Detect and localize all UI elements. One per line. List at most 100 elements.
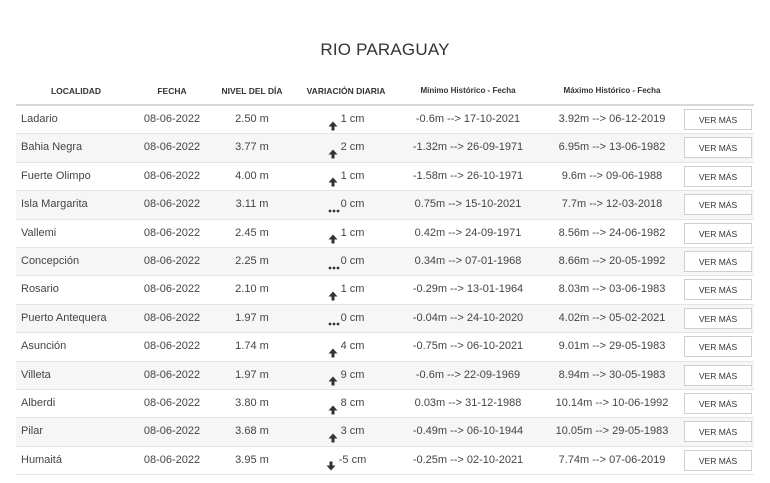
cell-fecha: 08-06-2022 xyxy=(143,198,201,211)
cell-fecha: 08-06-2022 xyxy=(143,425,201,438)
cell-action: VER MÁS xyxy=(684,333,754,360)
cell-nivel: 2.50 m xyxy=(235,113,269,125)
ellipsis-icon xyxy=(328,313,339,326)
variacion-value: 4 cm xyxy=(340,340,365,353)
variacion-value: 8 cm xyxy=(340,396,365,409)
arrow-up-icon xyxy=(328,399,338,415)
ver-mas-button[interactable]: VER MÁS xyxy=(684,364,752,386)
ver-mas-button[interactable]: VER MÁS xyxy=(684,165,752,187)
cell-maximo: 9.01m --> 29-05-1983 xyxy=(558,340,666,353)
cell-action: VER MÁS xyxy=(684,418,754,445)
variacion-value: 0 cm xyxy=(340,311,365,324)
cell-action: VER MÁS xyxy=(684,305,754,332)
cell-localidad: Asunción xyxy=(21,340,67,353)
cell-nivel: 1.74 m xyxy=(235,340,269,353)
cell-localidad: Bahia Negra xyxy=(21,141,83,154)
cell-minimo: -0.6m --> 22-09-1969 xyxy=(415,368,521,381)
arrow-up-icon xyxy=(328,342,338,358)
cell-nivel: 3.80 m xyxy=(235,396,269,409)
cell-minimo: 0.34m --> 07-01-1968 xyxy=(414,254,522,267)
variacion-value: 1 cm xyxy=(340,113,365,125)
cell-fecha: 08-06-2022 xyxy=(143,453,201,466)
table-row: Bahia Negra 08-06-2022 3.77 m 2 cm -1.32m --… xyxy=(16,134,754,163)
cell-action: VER MÁS xyxy=(684,220,754,247)
cell-fecha: 08-06-2022 xyxy=(143,396,201,409)
ellipsis-icon xyxy=(328,257,339,270)
cell-variacion: 2 cm xyxy=(296,134,396,161)
cell-nivel: 2.45 m xyxy=(235,226,269,239)
cell-nivel: 2.10 m xyxy=(235,283,269,296)
ver-mas-button[interactable]: VER MÁS xyxy=(684,421,752,443)
cell-localidad: Isla Margarita xyxy=(21,198,88,211)
ver-mas-button[interactable]: VER MÁS xyxy=(684,449,752,471)
page-title: RIO PARAGUAY xyxy=(320,40,450,59)
arrow-up-icon xyxy=(328,115,338,131)
table-row: Rosario 08-06-2022 2.10 m 1 cm -0.29m --> 13… xyxy=(16,276,754,305)
ver-mas-button[interactable]: VER MÁS xyxy=(684,279,752,301)
ver-mas-button[interactable]: VER MÁS xyxy=(684,109,752,130)
table-row: Pilar 08-06-2022 3.68 m 3 cm -0.49m --> 06-1… xyxy=(16,418,754,447)
cell-variacion: -5 cm xyxy=(296,447,396,474)
cell-action: VER MÁS xyxy=(684,276,754,303)
cell-fecha: 08-06-2022 xyxy=(143,254,201,267)
ver-mas-button[interactable]: VER MÁS xyxy=(684,194,752,216)
cell-localidad: Alberdi xyxy=(21,396,56,409)
cell-maximo: 8.94m --> 30-05-1983 xyxy=(558,368,666,381)
cell-variacion: 0 cm xyxy=(296,305,396,332)
cell-action: VER MÁS xyxy=(684,106,754,133)
cell-nivel: 3.11 m xyxy=(235,198,269,211)
variacion-value: -5 cm xyxy=(338,453,367,466)
cell-nivel: 1.97 m xyxy=(235,311,269,324)
arrow-up-icon xyxy=(328,427,338,443)
cell-action: VER MÁS xyxy=(684,163,754,190)
cell-fecha: 08-06-2022 xyxy=(143,113,201,125)
table-row: Asunción 08-06-2022 1.74 m 4 cm -0.75m --> 0… xyxy=(16,333,754,362)
cell-variacion: 1 cm xyxy=(296,276,396,303)
data-table: Ladario 08-06-2022 2.50 m 1 cm -0.6m --> 17-… xyxy=(16,104,754,476)
table-row: Humaitá 08-06-2022 3.95 m -5 cm -0.25m --> 0… xyxy=(16,447,754,476)
arrow-up-icon xyxy=(328,285,338,301)
cell-maximo: 3.92m --> 06-12-2019 xyxy=(558,113,666,125)
table-row: Isla Margarita 08-06-2022 3.11 m 0 cm 0.75m … xyxy=(16,191,754,220)
variacion-value: 0 cm xyxy=(340,198,365,211)
cell-variacion: 1 cm xyxy=(296,220,396,247)
cell-minimo: -0.29m --> 13-01-1964 xyxy=(412,283,524,296)
header-fecha: FECHA xyxy=(157,86,187,96)
header-minimo: Mínimo Histórico - Fecha xyxy=(420,86,516,95)
cell-maximo: 9.6m --> 09-06-1988 xyxy=(561,169,663,182)
cell-action: VER MÁS xyxy=(684,362,754,389)
cell-maximo: 8.66m --> 20-05-1992 xyxy=(558,254,666,267)
cell-localidad: Villeta xyxy=(21,368,51,381)
cell-fecha: 08-06-2022 xyxy=(143,368,201,381)
cell-minimo: -0.04m --> 24-10-2020 xyxy=(412,311,524,324)
cell-localidad: Puerto Antequera xyxy=(21,311,107,324)
cell-nivel: 1.97 m xyxy=(235,368,269,381)
variacion-value: 0 cm xyxy=(340,254,365,267)
ver-mas-button[interactable]: VER MÁS xyxy=(684,392,752,414)
cell-variacion: 3 cm xyxy=(296,418,396,445)
cell-localidad: Rosario xyxy=(21,283,59,296)
ver-mas-button[interactable]: VER MÁS xyxy=(684,250,752,272)
ver-mas-button[interactable]: VER MÁS xyxy=(684,307,752,329)
cell-action: VER MÁS xyxy=(684,134,754,161)
cell-maximo: 10.05m --> 29-05-1983 xyxy=(555,425,669,438)
header-localidad: LOCALIDAD xyxy=(50,86,102,96)
ver-mas-button[interactable]: VER MÁS xyxy=(684,222,752,244)
cell-maximo: 7.7m --> 12-03-2018 xyxy=(561,198,663,211)
cell-localidad: Concepción xyxy=(21,254,80,267)
table-row: Vallemi 08-06-2022 2.45 m 1 cm 0.42m --> 24-… xyxy=(16,220,754,248)
arrow-up-icon xyxy=(328,143,338,159)
cell-variacion: 9 cm xyxy=(296,362,396,389)
ver-mas-button[interactable]: VER MÁS xyxy=(684,137,752,159)
cell-fecha: 08-06-2022 xyxy=(143,283,201,296)
cell-variacion: 8 cm xyxy=(296,390,396,417)
cell-fecha: 08-06-2022 xyxy=(143,311,201,324)
variacion-value: 9 cm xyxy=(340,368,365,381)
cell-maximo: 6.95m --> 13-06-1982 xyxy=(558,141,666,154)
cell-localidad: Fuerte Olimpo xyxy=(21,169,91,182)
cell-maximo: 4.02m --> 05-02-2021 xyxy=(558,311,666,324)
cell-maximo: 7.74m --> 07-06-2019 xyxy=(558,453,666,466)
ver-mas-button[interactable]: VER MÁS xyxy=(684,336,752,358)
variacion-value: 1 cm xyxy=(340,169,365,182)
table-header: LOCALIDAD FECHA NIVEL DEL DÍA VARIACIÓN … xyxy=(16,86,754,102)
